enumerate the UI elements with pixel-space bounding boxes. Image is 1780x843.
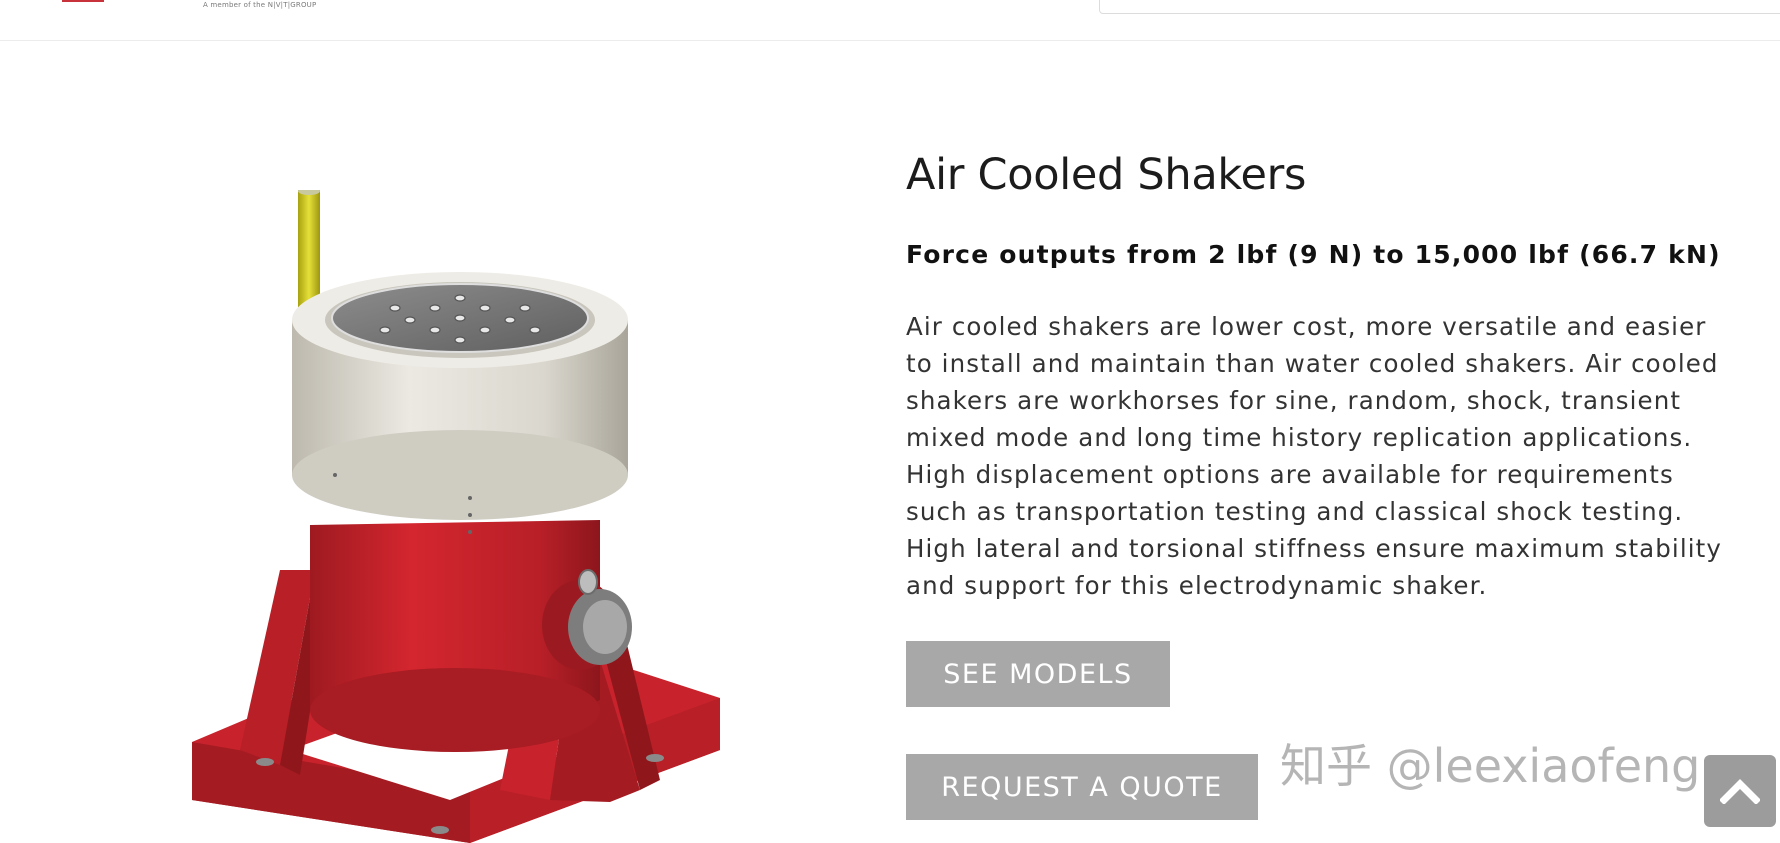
product-subtitle: Force outputs from 2 lbf (9 N) to 15,000… <box>906 240 1721 269</box>
product-image-shaker <box>192 190 720 843</box>
product-title: Air Cooled Shakers <box>906 150 1307 200</box>
see-models-button[interactable]: SEE MODELS <box>906 641 1170 707</box>
site-header: A member of the N|V|T|GROUP <box>0 0 1780 41</box>
chevron-up-icon <box>1720 779 1760 804</box>
scroll-to-top-button[interactable] <box>1704 755 1776 827</box>
product-description: Air cooled shakers are lower cost, more … <box>906 312 1722 600</box>
brand-logo[interactable] <box>62 0 104 2</box>
request-quote-button[interactable]: REQUEST A QUOTE <box>906 754 1258 820</box>
watermark-text: 知乎 @leexiaofeng <box>1280 739 1701 793</box>
search-input[interactable] <box>1099 0 1780 14</box>
brand-tagline: A member of the N|V|T|GROUP <box>203 1 317 9</box>
